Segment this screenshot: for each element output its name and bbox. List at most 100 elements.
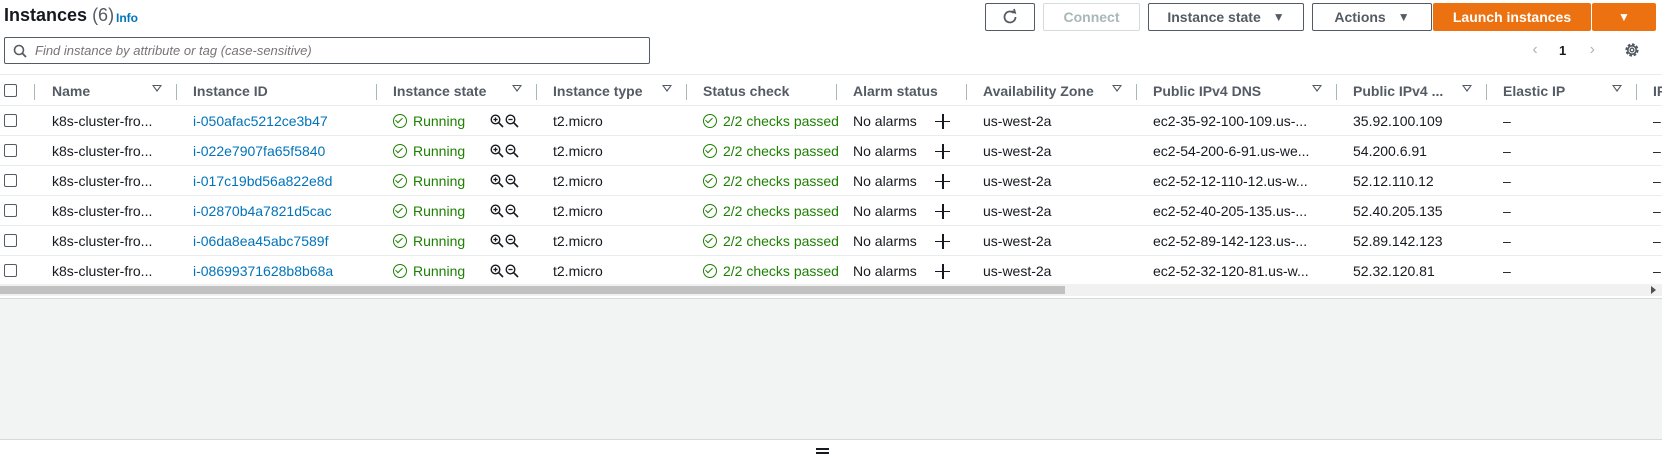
horizontal-scrollbar[interactable] — [0, 284, 1662, 296]
instance-state-button[interactable]: Instance state ▼ — [1148, 3, 1304, 31]
column-header-public-dns[interactable]: Public IPv4 DNS — [1153, 75, 1261, 107]
cell-instance-id[interactable]: i-050afac5212ce3b47 — [193, 106, 373, 136]
column-divider — [34, 84, 35, 100]
cell-public-dns[interactable]: ec2-52-40-205-135.us-... — [1153, 196, 1323, 226]
cell-truncated: – — [1653, 263, 1661, 279]
cell-status-check[interactable]: 2/2 checks passed — [703, 226, 838, 256]
column-divider[interactable] — [376, 84, 377, 100]
cell-status-check[interactable]: 2/2 checks passed — [703, 256, 838, 286]
column-header-instance-type[interactable]: Instance type — [553, 75, 642, 107]
column-header-truncated[interactable]: IP — [1653, 75, 1662, 107]
zoom-in-icon[interactable] — [490, 114, 504, 128]
table-row[interactable]: k8s-cluster-fro... i-06da8ea45abc7589f R… — [0, 226, 1662, 256]
table-row[interactable]: k8s-cluster-fro... i-050afac5212ce3b47 R… — [0, 106, 1662, 136]
row-checkbox[interactable] — [4, 144, 17, 157]
cell-status-check[interactable]: 2/2 checks passed — [703, 106, 838, 136]
cell-public-dns[interactable]: ec2-35-92-100-109.us-... — [1153, 106, 1323, 136]
plus-icon[interactable] — [935, 174, 950, 189]
cell-public-ip[interactable]: 35.92.100.109 — [1353, 106, 1483, 136]
column-header-elastic-ip[interactable]: Elastic IP — [1503, 75, 1565, 107]
connect-button[interactable]: Connect — [1043, 3, 1140, 31]
cell-public-ip[interactable]: 52.40.205.135 — [1353, 196, 1483, 226]
cell-public-dns[interactable]: ec2-52-32-120-81.us-w... — [1153, 256, 1323, 286]
zoom-in-icon[interactable] — [490, 174, 504, 188]
table-row[interactable]: k8s-cluster-fro... i-017c19bd56a822e8d R… — [0, 166, 1662, 196]
cell-public-ip[interactable]: 52.12.110.12 — [1353, 166, 1483, 196]
plus-icon[interactable] — [935, 114, 950, 129]
cell-instance-id[interactable]: i-022e7907fa65f5840 — [193, 136, 373, 166]
cell-public-ip[interactable]: 54.200.6.91 — [1353, 136, 1483, 166]
cell-status-check[interactable]: 2/2 checks passed — [703, 136, 838, 166]
cell-public-ip[interactable]: 52.32.120.81 — [1353, 256, 1483, 286]
info-link[interactable]: Info — [116, 11, 138, 25]
refresh-button[interactable] — [985, 3, 1035, 31]
column-header-public-ip[interactable]: Public IPv4 ... — [1353, 75, 1443, 107]
row-checkbox[interactable] — [4, 234, 17, 247]
check-circle-icon — [703, 144, 717, 158]
column-divider[interactable] — [1486, 84, 1487, 100]
chevron-right-icon[interactable]: › — [1582, 41, 1602, 59]
column-divider[interactable] — [1636, 84, 1637, 100]
zoom-out-icon[interactable] — [505, 114, 519, 128]
cell-public-dns[interactable]: ec2-52-12-110-12.us-w... — [1153, 166, 1323, 196]
zoom-out-icon[interactable] — [505, 174, 519, 188]
select-all-checkbox[interactable] — [4, 84, 17, 97]
plus-icon[interactable] — [935, 144, 950, 159]
cell-instance-id[interactable]: i-08699371628b8b68a — [193, 256, 373, 286]
zoom-out-icon[interactable] — [505, 204, 519, 218]
cell-instance-id[interactable]: i-06da8ea45abc7589f — [193, 226, 373, 256]
column-divider[interactable] — [176, 84, 177, 100]
cell-status-check[interactable]: 2/2 checks passed — [703, 166, 838, 196]
drag-handle-icon[interactable] — [816, 447, 829, 455]
column-divider[interactable] — [1336, 84, 1337, 100]
zoom-in-icon[interactable] — [490, 204, 504, 218]
row-checkbox[interactable] — [4, 174, 17, 187]
column-divider[interactable] — [966, 84, 967, 100]
cell-public-dns[interactable]: ec2-54-200-6-91.us-we... — [1153, 136, 1323, 166]
search-input[interactable] — [35, 43, 615, 58]
plus-icon[interactable] — [935, 204, 950, 219]
column-divider[interactable] — [836, 84, 837, 100]
column-divider[interactable] — [686, 84, 687, 100]
actions-button[interactable]: Actions ▼ — [1312, 3, 1432, 31]
cell-instance-id[interactable]: i-017c19bd56a822e8d — [193, 166, 373, 196]
scrollbar-thumb[interactable] — [0, 286, 1065, 294]
refresh-icon — [1003, 8, 1017, 24]
zoom-in-icon[interactable] — [490, 264, 504, 278]
connect-label: Connect — [1063, 9, 1120, 25]
cell-public-dns[interactable]: ec2-52-89-142-123.us-... — [1153, 226, 1323, 256]
column-header-availability-zone[interactable]: Availability Zone — [983, 75, 1094, 107]
zoom-out-icon[interactable] — [505, 264, 519, 278]
chevron-left-icon[interactable]: ‹ — [1525, 41, 1545, 59]
column-divider[interactable] — [1136, 84, 1137, 100]
search-field[interactable] — [4, 37, 650, 64]
row-checkbox[interactable] — [4, 264, 17, 277]
cell-instance-id[interactable]: i-02870b4a7821d5cac — [193, 196, 373, 226]
column-header-instance-id[interactable]: Instance ID — [193, 75, 268, 107]
launch-instances-button[interactable]: Launch instances — [1433, 3, 1591, 31]
column-header-alarm-status[interactable]: Alarm status — [853, 75, 938, 107]
table-row[interactable]: k8s-cluster-fro... i-08699371628b8b68a R… — [0, 256, 1662, 286]
plus-icon[interactable] — [935, 234, 950, 249]
row-checkbox[interactable] — [4, 114, 17, 127]
zoom-out-icon[interactable] — [505, 234, 519, 248]
gear-icon[interactable] — [1623, 41, 1641, 59]
row-checkbox[interactable] — [4, 204, 17, 217]
column-divider[interactable] — [536, 84, 537, 100]
zoom-out-icon[interactable] — [505, 144, 519, 158]
table-row[interactable]: k8s-cluster-fro... i-02870b4a7821d5cac R… — [0, 196, 1662, 226]
zoom-in-icon[interactable] — [490, 234, 504, 248]
column-header-name[interactable]: Name — [52, 75, 90, 107]
launch-dropdown-button[interactable]: ▼ — [1592, 3, 1656, 31]
caret-down-icon: ▼ — [1618, 10, 1630, 24]
column-header-instance-state[interactable]: Instance state — [393, 75, 486, 107]
state-text: Running — [413, 203, 466, 219]
zoom-in-icon[interactable] — [490, 144, 504, 158]
plus-icon[interactable] — [935, 264, 950, 279]
column-header-status-check[interactable]: Status check — [703, 75, 789, 107]
page-number[interactable]: 1 — [1559, 43, 1566, 58]
cell-status-check[interactable]: 2/2 checks passed — [703, 196, 838, 226]
scroll-right-arrow[interactable] — [1651, 286, 1656, 294]
cell-public-ip[interactable]: 52.89.142.123 — [1353, 226, 1483, 256]
table-row[interactable]: k8s-cluster-fro... i-022e7907fa65f5840 R… — [0, 136, 1662, 166]
